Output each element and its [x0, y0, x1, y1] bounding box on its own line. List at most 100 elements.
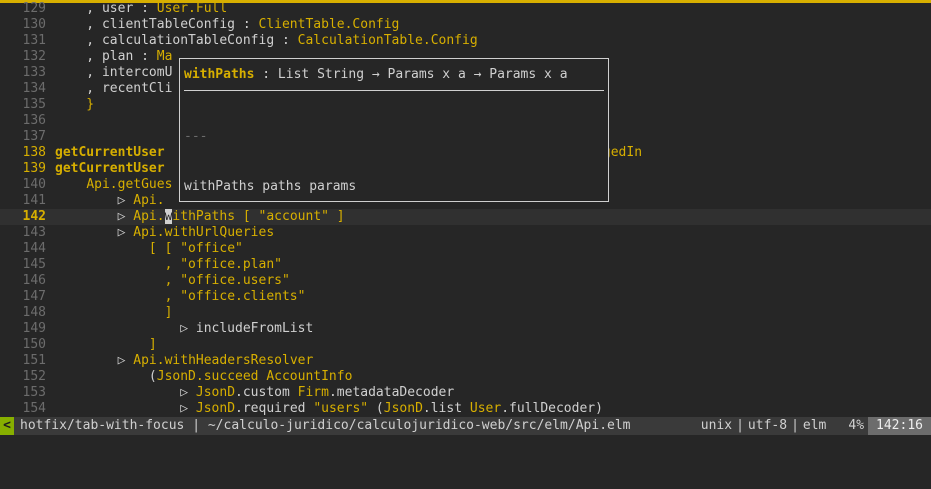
line-number: 137: [22, 129, 46, 144]
code-token: User: [469, 401, 502, 416]
code-token: CalculationTable.Config: [297, 33, 478, 48]
git-branch: hotfix/tab-with-focus: [20, 418, 185, 433]
code-token: ]: [328, 209, 345, 224]
code-line[interactable]: 153 ▷ JsonD.custom Firm.metadataDecoder: [0, 385, 931, 401]
line-number: 140: [22, 177, 46, 192]
line-number: 145: [22, 257, 46, 272]
code-line[interactable]: 148 ]: [0, 305, 931, 321]
code-token: ,: [55, 273, 181, 288]
code-token: JsonD: [383, 401, 423, 416]
code-line[interactable]: 131 , calculationTableConfig : Calculati…: [0, 33, 931, 49]
code-token: ▷: [55, 225, 134, 240]
file-path: ~/calculo-juridico/calculojuridico-web/s…: [207, 418, 631, 433]
line-number: 153: [22, 385, 46, 400]
code-token: ▷: [55, 209, 134, 224]
mode-indicator: <: [0, 417, 14, 435]
code-line[interactable]: 154 ▷ JsonD.required "users" (JsonD.list…: [0, 401, 931, 417]
code-token: ▷: [55, 385, 196, 400]
code-token: ▷: [55, 353, 134, 368]
code-token: Api.getGues: [86, 177, 173, 192]
code-token: "office.users": [180, 273, 290, 288]
code-line[interactable]: 143 ▷ Api.withUrlQueries: [0, 225, 931, 241]
code-token: JsonD: [195, 401, 236, 416]
code-token: }: [55, 97, 95, 112]
code-token: , plan :: [55, 49, 157, 64]
code-token: "office.plan": [180, 257, 282, 272]
popup-signature-type: : List String → Params x a → Params x a: [254, 67, 568, 82]
line-number: 144: [22, 241, 46, 256]
line-number: 152: [22, 369, 46, 384]
line-number: 143: [22, 225, 46, 240]
code-token: "office": [180, 241, 243, 256]
code-token: User.Full: [156, 1, 228, 16]
status-separator: |: [736, 418, 744, 433]
line-number: 134: [22, 81, 46, 96]
line-code: , "office.users": [55, 273, 290, 289]
code-token: , intercomU: [55, 65, 173, 80]
code-line[interactable]: 144 [ [ "office": [0, 241, 931, 257]
status-right: unix | utf-8 | elm 4% 142:16: [697, 417, 931, 435]
line-number: 132: [22, 49, 46, 64]
line-number: 146: [22, 273, 46, 288]
code-line[interactable]: 145 , "office.plan": [0, 257, 931, 273]
code-token: [: [235, 209, 259, 224]
code-token: .fullDecoder): [501, 401, 603, 416]
popup-separator: ---: [184, 129, 208, 144]
file-type: elm: [802, 418, 827, 433]
line-number: 131: [22, 33, 46, 48]
code-token: ]: [55, 337, 157, 352]
code-token: Api.: [133, 193, 165, 208]
code-line[interactable]: 146 , "office.users": [0, 273, 931, 289]
line-number: 151: [22, 353, 46, 368]
code-token: ClientTable.Config: [258, 17, 400, 32]
line-code: }: [55, 97, 94, 113]
code-token: "users": [313, 401, 369, 416]
line-code: ▷ Api.withHeadersResolver: [55, 353, 314, 369]
line-code: ▷ JsonD.required "users" (JsonD.list Use…: [55, 401, 603, 417]
code-token: JsonD: [195, 385, 236, 400]
file-format: unix: [700, 418, 733, 433]
line-code: ▷ JsonD.custom Firm.metadataDecoder: [55, 385, 454, 401]
code-token: (: [368, 401, 384, 416]
popup-usage-example: withPaths paths params: [184, 179, 357, 194]
line-code: , recentCli: [55, 81, 172, 97]
code-token: (: [55, 369, 157, 384]
file-encoding: utf-8: [747, 418, 788, 433]
code-line[interactable]: 151 ▷ Api.withHeadersResolver: [0, 353, 931, 369]
code-token: Firm: [297, 385, 329, 400]
line-number: 150: [22, 337, 46, 352]
code-token: [ [: [55, 241, 181, 256]
code-token: ▷: [55, 193, 134, 208]
line-number: 142: [22, 209, 46, 224]
code-line[interactable]: 147 , "office.clients": [0, 289, 931, 305]
code-token: .required: [235, 401, 314, 416]
popup-divider: [184, 90, 604, 91]
line-number: 130: [22, 17, 46, 32]
line-number: 147: [22, 289, 46, 304]
line-number: 149: [22, 321, 46, 336]
type-signature-popup: withPaths : List String → Params x a → P…: [179, 58, 609, 202]
line-code: (JsonD.succeed AccountInfo: [55, 369, 353, 385]
line-code: ▷ Api.withUrlQueries: [55, 225, 275, 241]
code-line[interactable]: 150 ]: [0, 337, 931, 353]
code-line[interactable]: 142 ▷ Api.withPaths [ "account" ]: [0, 209, 931, 225]
code-token: ▷: [55, 401, 196, 416]
code-line[interactable]: 152 (JsonD.succeed AccountInfo: [0, 369, 931, 385]
line-code: [ [ "office": [55, 241, 243, 257]
line-code: , user : User.Full: [55, 1, 227, 17]
code-token: ,: [55, 289, 181, 304]
code-token: JsonD.succeed AccountInfo: [156, 369, 353, 384]
code-line[interactable]: 149 ▷ includeFromList: [0, 321, 931, 337]
line-number: 141: [22, 193, 46, 208]
line-number: 138: [22, 145, 46, 160]
line-code: , "office.plan": [55, 257, 282, 273]
line-code: ▷ includeFromList: [55, 321, 313, 337]
code-line[interactable]: 130 , clientTableConfig : ClientTable.Co…: [0, 17, 931, 33]
code-token: ,: [55, 257, 181, 272]
code-token: , clientTableConfig :: [55, 17, 259, 32]
command-line[interactable]: [0, 435, 931, 439]
code-token: , user :: [55, 1, 157, 16]
code-token: getCurrentUser: [55, 161, 165, 176]
status-bar: < hotfix/tab-with-focus | ~/calculo-juri…: [0, 417, 931, 435]
code-line[interactable]: 129 , user : User.Full: [0, 1, 931, 17]
